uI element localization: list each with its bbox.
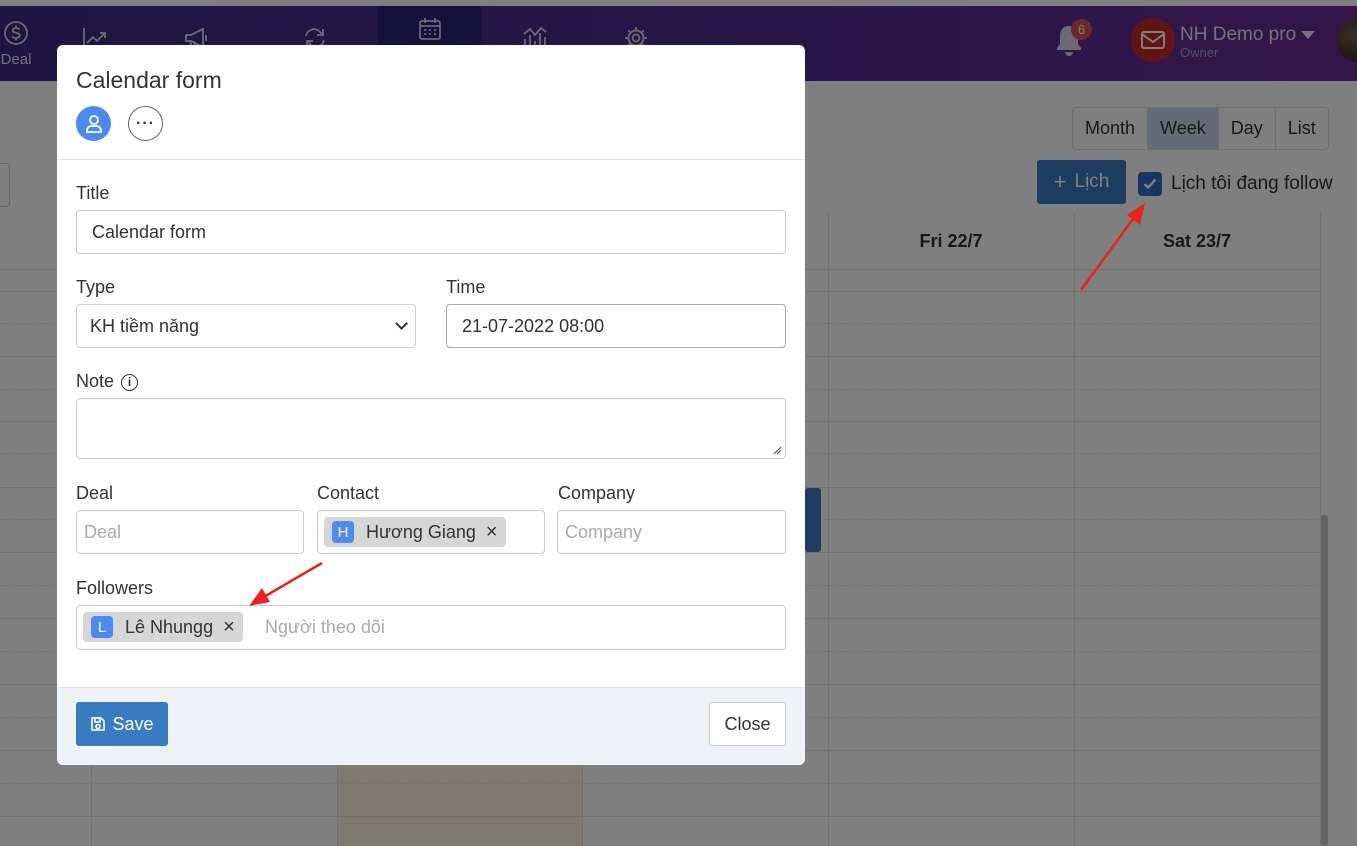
title-input[interactable]: Calendar form [76, 210, 786, 254]
title-input-value: Calendar form [92, 221, 207, 242]
close-button[interactable]: Close [709, 702, 786, 746]
resize-handle-icon[interactable] [772, 445, 782, 455]
contact-label: Contact [317, 483, 380, 503]
type-select-value: KH tiềm năng [90, 315, 200, 336]
follower-tag-name: Lê Nhungg [125, 616, 214, 637]
followers-label: Followers [76, 578, 154, 598]
calendar-form-modal: Calendar form ··· Title Calendar form Ty… [57, 45, 805, 765]
user-icon [85, 114, 102, 133]
more-options-button[interactable]: ··· [128, 106, 163, 141]
contact-tag-name: Hương Giang [366, 521, 476, 542]
save-label: Save [112, 713, 154, 734]
modal-title: Calendar form [76, 67, 222, 93]
company-label: Company [558, 483, 636, 503]
time-input[interactable]: 21-07-2022 08:00 [446, 304, 786, 348]
contact-tag: H Hương Giang × [324, 517, 506, 547]
type-label: Type [76, 277, 116, 297]
follower-tag: L Lê Nhungg × [83, 612, 243, 642]
user-tab-button[interactable] [76, 106, 111, 141]
deal-placeholder: Deal [84, 521, 122, 542]
deal-label: Deal [76, 483, 114, 503]
close-icon[interactable]: × [486, 521, 498, 544]
ellipsis-icon: ··· [136, 114, 155, 132]
time-label: Time [446, 277, 486, 297]
title-label: Title [76, 183, 110, 203]
save-button[interactable]: Save [76, 702, 168, 746]
note-label-text: Note [76, 371, 115, 391]
type-select[interactable]: KH tiềm năng [76, 304, 416, 348]
chevron-down-icon [395, 317, 408, 330]
modal-footer: Save Close [57, 687, 805, 765]
contact-tag-avatar: H [332, 521, 354, 543]
company-input[interactable]: Company [557, 510, 786, 554]
follower-tag-avatar: L [91, 616, 113, 638]
close-icon[interactable]: × [223, 616, 235, 639]
company-placeholder: Company [565, 521, 643, 542]
modal-header: Calendar form ··· [57, 45, 805, 160]
followers-placeholder: Người theo dõi [265, 617, 385, 637]
note-label: Note i [76, 371, 139, 392]
info-icon[interactable]: i [121, 373, 139, 391]
time-input-value: 21-07-2022 08:00 [462, 315, 605, 336]
deal-input[interactable]: Deal [76, 510, 304, 554]
save-icon [91, 717, 106, 731]
note-textarea[interactable] [76, 398, 786, 459]
